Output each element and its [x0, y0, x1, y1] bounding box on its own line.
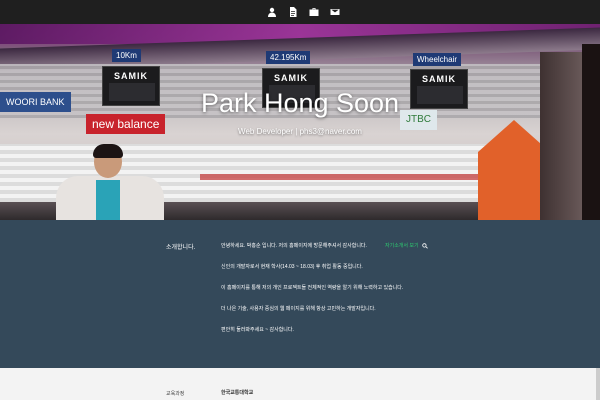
hero-name: Park Hong Soon — [200, 88, 400, 118]
cover-letter-link-label: 자기소개서 보기 — [385, 243, 419, 249]
sign-10km: 10Km — [112, 49, 141, 62]
sign-42km: 42.195Km — [266, 51, 311, 64]
top-navbar — [0, 0, 600, 24]
nav-icons — [266, 6, 341, 18]
sign-wheelchair: Wheelchair — [413, 53, 462, 66]
page-scrollbar[interactable] — [596, 368, 600, 400]
hero-banner: 10Km 42.195Km Wheelchair SAMIK SAMIK SAM… — [0, 24, 600, 220]
user-icon — [268, 7, 276, 17]
education-section: 교육과정 한국교통대학교 — [0, 368, 600, 400]
profile-person — [50, 144, 168, 220]
about-paragraph: 편안히 둘러봐주세요 ~ 감사합니다. — [221, 327, 294, 333]
cover-letter-link[interactable]: 자기소개서 보기 — [385, 242, 428, 249]
search-icon — [421, 242, 428, 249]
briefcase-icon — [309, 8, 319, 16]
about-paragraph: 신인의 개발자로서 현재 학사(14.03 ~ 18.03) 후 취업 활동 중… — [221, 264, 363, 270]
nav-contact-button[interactable] — [329, 6, 341, 18]
about-text: 안녕하세요. 박홍순 입니다. 저의 홈페이지에 방문해주셔서 감사합니다. 신… — [221, 242, 404, 347]
envelope-icon — [330, 9, 340, 15]
stadium-red-band — [200, 174, 480, 180]
education-school: 한국교통대학교 — [221, 390, 254, 396]
about-paragraph: 안녕하세요. 박홍순 입니다. 저의 홈페이지에 방문해주셔서 감사합니다. — [221, 243, 367, 249]
about-label: 소개합니다. — [166, 245, 196, 251]
education-label: 교육과정 — [166, 391, 185, 397]
nav-portfolio-button[interactable] — [308, 6, 320, 18]
about-paragraph: 더 나은 기술, 사용자 중심의 웹 페이지를 위해 항상 고민하는 개발자입니… — [221, 306, 376, 312]
nav-about-button[interactable] — [266, 6, 278, 18]
scoreboard-brand: SAMIK — [422, 74, 456, 84]
hero-subtitle: Web Developer | phs3@naver.com — [238, 127, 362, 136]
about-paragraph: 이 홈페이지를 통해 저의 개인 프로젝트들 전체적인 역량을 알기 위해 노력… — [221, 285, 404, 291]
scoreboard-brand: SAMIK — [274, 73, 308, 83]
nav-resume-button[interactable] — [287, 6, 299, 18]
document-icon — [290, 7, 297, 17]
scoreboard-brand: SAMIK — [114, 71, 148, 81]
stadium-pillar — [540, 52, 584, 220]
about-section: 소개합니다. 안녕하세요. 박홍순 입니다. 저의 홈페이지에 방문해주셔서 감… — [0, 220, 600, 368]
